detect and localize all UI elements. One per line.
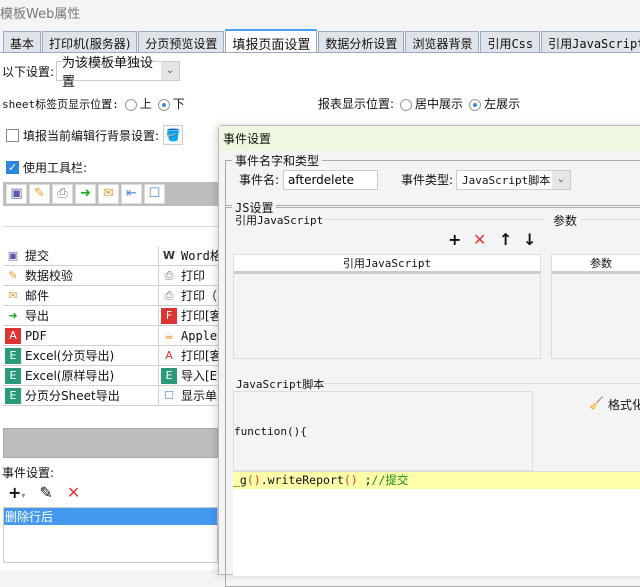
toolbar-preview-bar <box>3 428 218 458</box>
insert-icon[interactable]: ⇤ <box>121 184 142 204</box>
mail-icon: ✉ <box>8 288 18 302</box>
ref-js-table[interactable]: 引用JavaScript <box>233 254 541 359</box>
script-editor[interactable]: _g().writeReport() ;//提交 <box>233 471 640 576</box>
event-name-group: 事件名字和类型 事件名: 事件类型: JavaScript脚本 ⌄ <box>225 152 640 206</box>
add-event-icon[interactable]: +▾ <box>8 483 25 502</box>
event-name-label: 事件名: <box>239 173 280 187</box>
radio-center[interactable]: 居中展示 <box>400 95 463 112</box>
params-label: 参数 <box>553 214 578 228</box>
word-icon: W <box>162 248 176 262</box>
flash-print-icon: F <box>161 307 177 324</box>
pencil-icon: ✎ <box>8 268 18 282</box>
table-row[interactable]: ➜ 导出 F 打印[客 <box>3 306 218 326</box>
function-header-box: function(){ <box>233 391 533 471</box>
tab-fill-page[interactable]: 填报页面设置 <box>225 29 318 53</box>
row-bg-label: 填报当前编辑行背景设置: <box>23 128 160 143</box>
toolbar-label: 使用工具栏: <box>23 161 88 175</box>
row-bg-checkbox[interactable] <box>6 128 19 142</box>
save-icon: ▣ <box>7 248 19 262</box>
pencil-icon[interactable]: ✎ <box>29 184 50 204</box>
tab-basic[interactable]: 基本 <box>3 31 42 53</box>
sheet-tab-label: sheet标签页显示位置: <box>2 97 119 111</box>
tab-browser-bg[interactable]: 浏览器背景 <box>405 31 480 53</box>
format-button[interactable]: 🧹 格式化 <box>589 396 640 413</box>
delete-event-icon[interactable]: ✕ <box>67 483 80 502</box>
tab-page-preview[interactable]: 分页预览设置 <box>138 31 225 53</box>
params-column-header[interactable]: 参数 <box>552 255 640 274</box>
applet-icon: ☕ <box>164 328 174 342</box>
report-pos-label: 报表显示位置: <box>318 97 395 111</box>
function-header: function(){ <box>234 425 307 438</box>
pdf-icon: A <box>5 327 21 344</box>
ref-js-label: 引用JavaScript <box>235 214 324 227</box>
window-icon[interactable]: ☐ <box>144 184 165 204</box>
event-name-input[interactable] <box>283 170 378 190</box>
excel-icon: E <box>5 367 21 384</box>
params-table[interactable]: 参数 <box>551 254 640 359</box>
code-line: _g().writeReport() ;//提交 <box>233 472 640 489</box>
print-icon: ⎙ <box>164 288 174 302</box>
window-icon: ☐ <box>164 388 174 402</box>
excel-icon: E <box>5 387 21 404</box>
arrow-down-icon[interactable]: ↓ <box>523 230 536 249</box>
tab-javascript[interactable]: 引用JavaScript <box>541 31 640 53</box>
table-row[interactable]: APDF☕Applet <box>3 326 218 346</box>
print-icon[interactable]: ⎙ <box>52 184 73 204</box>
window-title: 模板Web属性 <box>0 7 81 22</box>
pdf-print-icon: A <box>165 348 173 362</box>
chevron-down-icon: ⌄ <box>552 171 570 189</box>
radio-top[interactable]: 上 <box>124 95 152 112</box>
edit-event-icon[interactable]: ✎ <box>39 483 52 502</box>
excel-import-icon: E <box>161 367 177 384</box>
tab-printer[interactable]: 打印机(服务器) <box>42 31 138 53</box>
event-settings-dialog: 事件设置 事件名字和类型 事件名: 事件类型: JavaScript脚本 ⌄ J… <box>218 125 640 587</box>
ref-js-column-header[interactable]: 引用JavaScript <box>234 255 540 274</box>
toolbar-empty-row <box>3 206 218 227</box>
table-row[interactable]: ✉ 邮件 ⎙ 打印（ <box>3 286 218 306</box>
tab-bar: 基本 打印机(服务器) 分页预览设置 填报页面设置 数据分析设置 浏览器背景 引… <box>3 29 640 53</box>
table-row[interactable]: ✎ 数据校验 ⎙ 打印 <box>3 266 218 286</box>
table-row[interactable]: ▣提交WWord格式 <box>3 246 218 266</box>
mail-icon[interactable]: ✉ <box>98 184 119 204</box>
settings-label: 以下设置: <box>2 64 55 79</box>
events-label: 事件设置: <box>2 466 55 480</box>
table-row[interactable]: E 分页分Sheet导出 ☐ 显示单 <box>3 386 218 406</box>
event-type-label: 事件类型: <box>401 173 454 187</box>
print-icon: ⎙ <box>164 268 174 282</box>
radio-left[interactable]: 左展示 <box>469 95 520 112</box>
settings-value: 为该模板单独设置 <box>62 56 154 90</box>
export-icon[interactable]: ➜ <box>75 184 96 204</box>
settings-select[interactable]: 为该模板单独设置 ⌄ <box>56 56 181 90</box>
table-row[interactable]: E Excel(分页导出) A 打印[客 <box>3 346 218 366</box>
window-title-bar: 模板Web属性 <box>0 0 640 28</box>
delete-icon[interactable]: ✕ <box>473 230 486 249</box>
arrow-up-icon[interactable]: ↑ <box>499 230 512 249</box>
event-item-afterdelete[interactable]: 删除行后 <box>4 508 217 525</box>
toolbar-preview: ▣ ✎ ⎙ ➜ ✉ ⇤ ☐ <box>3 182 218 206</box>
toolbar-checkbox[interactable]: ✓ <box>6 161 19 174</box>
tab-data-analysis[interactable]: 数据分析设置 <box>318 31 405 53</box>
table-row[interactable]: E Excel(原样导出) E 导入[E <box>3 366 218 386</box>
event-type-select[interactable]: JavaScript脚本 ⌄ <box>456 170 571 190</box>
button-table: ▣提交WWord格式 ✎数据校验⎙打印 ✉邮件⎙打印（ ➜导出F打印[客 APD… <box>3 246 218 406</box>
script-label: JavaScript脚本 <box>236 378 325 391</box>
chevron-down-icon: ⌄ <box>161 62 180 80</box>
event-list: 删除行后 <box>3 507 218 563</box>
paint-bucket-icon[interactable]: 🪣 <box>163 125 184 145</box>
broom-icon: 🧹 <box>589 396 604 410</box>
export-icon: ➜ <box>8 308 18 322</box>
add-icon[interactable]: + <box>448 230 461 249</box>
radio-bottom[interactable]: 下 <box>157 95 185 112</box>
tab-css[interactable]: 引用Css <box>480 31 541 53</box>
dialog-title: 事件设置 <box>219 126 640 151</box>
save-icon[interactable]: ▣ <box>6 184 27 204</box>
excel-icon: E <box>5 347 21 364</box>
